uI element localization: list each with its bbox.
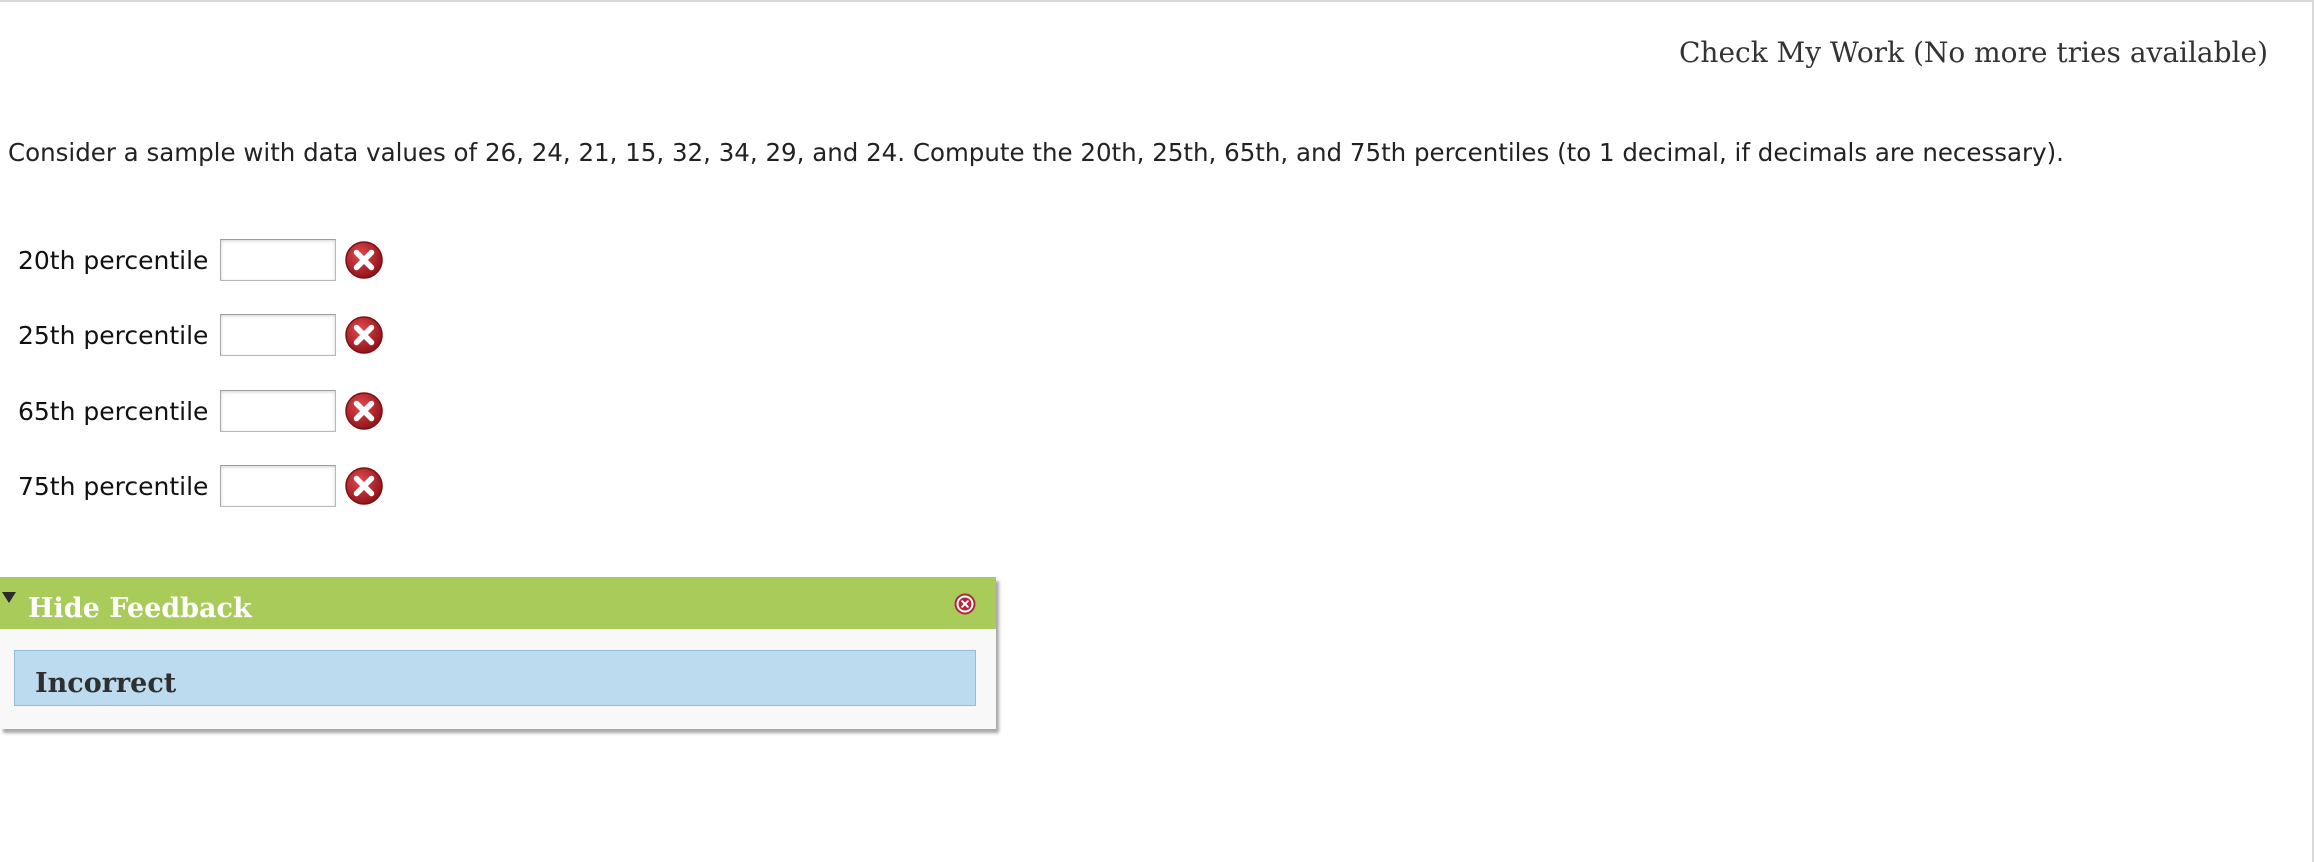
answer-row-65th: 65th percentile bbox=[18, 387, 384, 435]
answer-row-20th: 20th percentile bbox=[18, 236, 384, 284]
feedback-panel: Hide Feedback Incorrect bbox=[0, 577, 996, 729]
check-my-work-link[interactable]: Check My Work (No more tries available) bbox=[1679, 36, 2268, 69]
answer-label-75th: 75th percentile bbox=[18, 471, 209, 501]
top-border bbox=[0, 0, 2314, 2]
incorrect-icon bbox=[345, 392, 383, 430]
answer-input-25th[interactable] bbox=[220, 314, 336, 356]
incorrect-icon bbox=[345, 241, 383, 279]
incorrect-icon bbox=[345, 467, 383, 505]
answer-label-25th: 25th percentile bbox=[18, 320, 209, 350]
close-icon[interactable] bbox=[954, 593, 976, 615]
collapse-arrow-icon[interactable] bbox=[2, 592, 16, 603]
answer-label-65th: 65th percentile bbox=[18, 396, 209, 426]
incorrect-icon bbox=[345, 316, 383, 354]
feedback-result-text: Incorrect bbox=[35, 668, 177, 699]
question-text: Consider a sample with data values of 26… bbox=[8, 138, 2064, 167]
feedback-header[interactable]: Hide Feedback bbox=[0, 577, 996, 629]
answer-input-65th[interactable] bbox=[220, 390, 336, 432]
feedback-message: Incorrect bbox=[14, 650, 976, 706]
answer-input-20th[interactable] bbox=[220, 239, 336, 281]
answer-input-75th[interactable] bbox=[220, 465, 336, 507]
answer-label-20th: 20th percentile bbox=[18, 245, 209, 275]
hide-feedback-toggle[interactable]: Hide Feedback bbox=[28, 593, 252, 624]
answer-row-75th: 75th percentile bbox=[18, 462, 384, 510]
answer-row-25th: 25th percentile bbox=[18, 311, 384, 359]
